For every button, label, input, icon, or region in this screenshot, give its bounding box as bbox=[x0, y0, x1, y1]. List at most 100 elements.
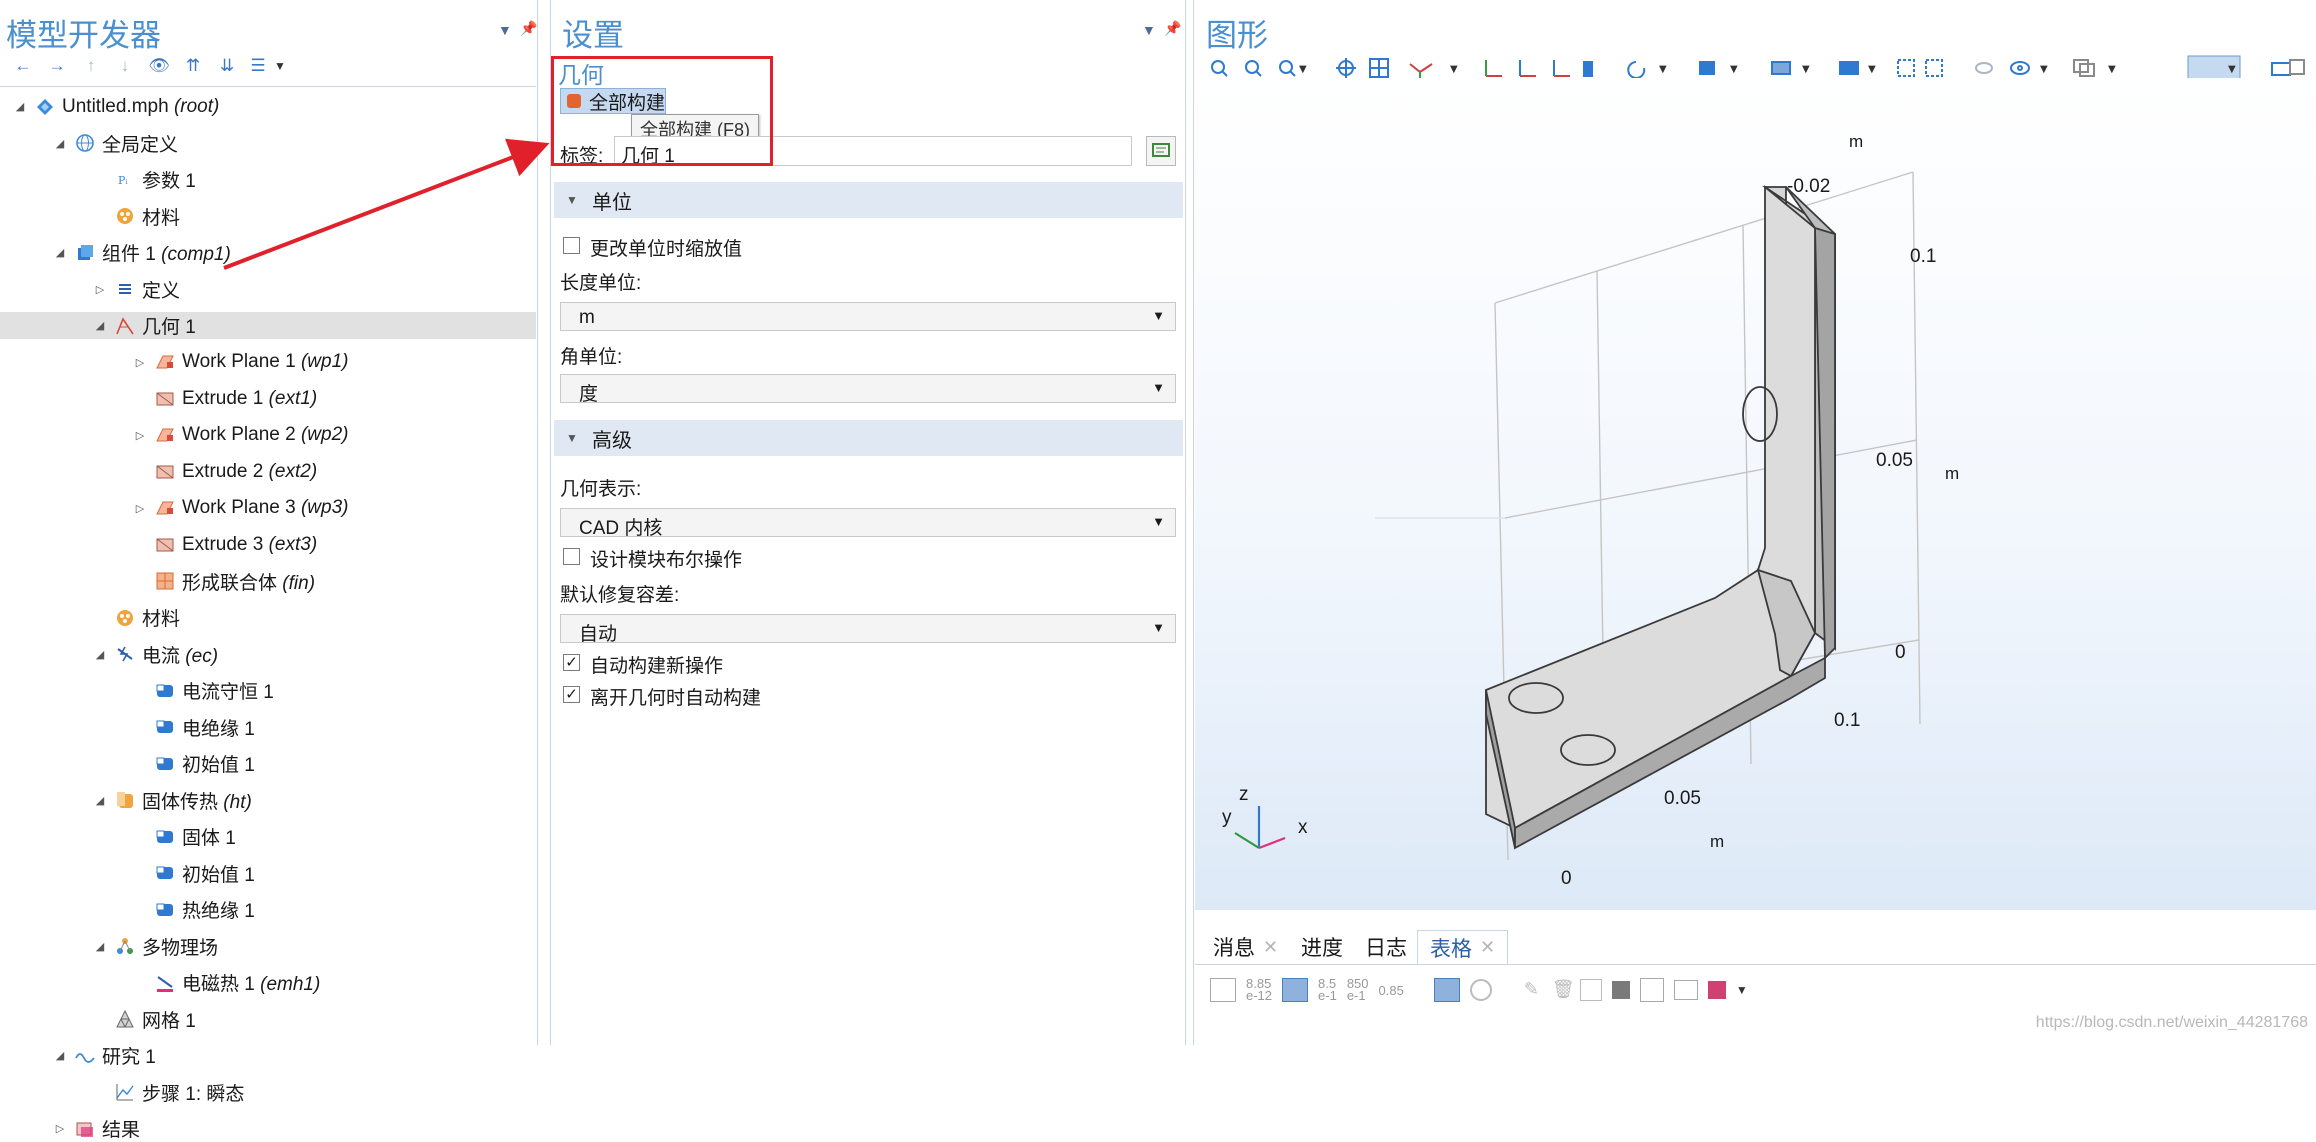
list-icon[interactable]: ☰ bbox=[244, 56, 272, 76]
graphics-canvas[interactable]: z y x m -0.02 0.1 0.05 m 0 0.1 0.05 m 0 bbox=[1195, 78, 2316, 910]
view-xy-icon[interactable] bbox=[1485, 60, 1502, 77]
toolbar-dropdown-icon[interactable]: ▼ bbox=[2228, 64, 2236, 75]
length-unit-select[interactable]: m ▼ bbox=[560, 302, 1176, 331]
view-yz-icon[interactable] bbox=[1519, 60, 1536, 77]
tab-1[interactable]: 进度 bbox=[1289, 930, 1355, 964]
tree-item-definitions[interactable]: ▷ 定义 bbox=[0, 276, 536, 303]
units-section-header[interactable]: ▼ 单位 bbox=[554, 182, 1183, 218]
pane-menu-icon[interactable]: ▼ bbox=[498, 22, 512, 38]
tree-item-current[interactable]: ◢ 电流 (ec) bbox=[0, 641, 536, 668]
toolbar-dropdown-icon[interactable]: ▼ bbox=[1736, 983, 1748, 997]
precision-4-button[interactable]: 0.85 bbox=[1379, 983, 1404, 998]
tree-item-extrude[interactable]: Extrude 1 (ext1) bbox=[0, 385, 536, 412]
collapse-arrow-icon[interactable]: ◢ bbox=[54, 1049, 66, 1062]
copy-icon[interactable] bbox=[1639, 978, 1664, 1002]
toolbar-dropdown-icon[interactable]: ▼ bbox=[1450, 64, 1458, 75]
pin-icon[interactable]: 📌 bbox=[520, 20, 537, 37]
tree-item-multiphysics[interactable]: ◢ 多物理场 bbox=[0, 933, 536, 960]
screenshot-icon[interactable] bbox=[2271, 62, 2291, 76]
tree-item-globe[interactable]: ◢ 全局定义 bbox=[0, 130, 536, 157]
transparency-icon[interactable] bbox=[1771, 61, 1791, 75]
table-grid-button[interactable] bbox=[1433, 978, 1460, 1002]
geometry-view[interactable] bbox=[1195, 78, 2316, 910]
save-icon[interactable] bbox=[1673, 980, 1698, 1000]
toolbar-dropdown-icon[interactable]: ▼ bbox=[1730, 64, 1738, 75]
zoom-selected-icon[interactable] bbox=[1369, 58, 1389, 78]
scene-light-icon[interactable] bbox=[1699, 61, 1715, 75]
stop-icon[interactable] bbox=[1611, 981, 1630, 999]
view-xz-icon[interactable] bbox=[1553, 60, 1570, 77]
repair-tol-select[interactable]: 自动 ▼ bbox=[560, 614, 1176, 645]
tree-item-materials[interactable]: 材料 bbox=[0, 203, 536, 230]
expand-all-icon[interactable]: ⇈ bbox=[176, 56, 210, 76]
scale-values-checkbox[interactable] bbox=[563, 237, 580, 254]
advanced-section-header[interactable]: ▼ 高级 bbox=[554, 420, 1183, 456]
toolbar-dropdown-icon[interactable]: ▼ bbox=[1868, 64, 1876, 75]
tree-item-node[interactable]: 初始值 1 bbox=[0, 750, 536, 777]
tree-item-workplane[interactable]: ▷ Work Plane 3 (wp3) bbox=[0, 495, 536, 522]
auto-build-new-checkbox[interactable]: ✓ bbox=[563, 654, 580, 671]
collapse-arrow-icon[interactable]: ◢ bbox=[94, 648, 106, 661]
precision-3-button[interactable]: 850 e-1 bbox=[1347, 977, 1369, 1002]
tree-item-union[interactable]: 形成联合体 (fin) bbox=[0, 568, 536, 595]
tree-item-workplane[interactable]: ▷ Work Plane 1 (wp1) bbox=[0, 349, 536, 376]
show-geometry-icon[interactable] bbox=[2010, 61, 2030, 75]
zoom-box-icon[interactable] bbox=[1279, 60, 1296, 77]
expand-arrow-icon[interactable]: ▷ bbox=[54, 1122, 66, 1135]
select-box-icon[interactable] bbox=[1897, 59, 1915, 77]
tab-0[interactable]: 消息 ✕ bbox=[1201, 930, 1290, 964]
show-icon[interactable]: 👁 bbox=[142, 56, 176, 76]
tree-item-node[interactable]: 热绝缘 1 bbox=[0, 896, 536, 923]
collapse-arrow-icon[interactable]: ◢ bbox=[94, 319, 106, 332]
table-plot-icon[interactable] bbox=[1707, 981, 1726, 999]
toolbar-dropdown-icon[interactable]: ▼ bbox=[1299, 64, 1307, 75]
toolbar-dropdown-icon[interactable]: ▼ bbox=[1659, 64, 1667, 75]
tree-item-heat[interactable]: ◢ 固体传热 (ht) bbox=[0, 787, 536, 814]
zoom-extents-icon[interactable] bbox=[1336, 58, 1356, 78]
precision-2-button[interactable]: 8.5 e-1 bbox=[1318, 977, 1337, 1002]
perspective-icon[interactable] bbox=[1583, 61, 1593, 77]
tree-item-materials[interactable]: 材料 bbox=[0, 604, 536, 631]
expand-arrow-icon[interactable]: ▷ bbox=[134, 502, 146, 515]
collapse-all-icon[interactable]: ⇊ bbox=[210, 56, 244, 76]
label-input[interactable]: 几何 1 bbox=[614, 136, 1132, 167]
view-manager-icon[interactable] bbox=[2073, 59, 2095, 77]
wireframe-icon[interactable] bbox=[1839, 61, 1859, 75]
toolbar-dropdown-icon[interactable]: ▼ bbox=[2108, 64, 2116, 75]
precision-1-button[interactable]: 8.85 e-12 bbox=[1246, 977, 1272, 1002]
expand-arrow-icon[interactable]: ▷ bbox=[134, 429, 146, 442]
chart-icon[interactable] bbox=[1469, 979, 1492, 1001]
move-up-icon[interactable]: ↑ bbox=[74, 56, 108, 76]
table-icon[interactable] bbox=[1210, 978, 1236, 1002]
tab-2[interactable]: 日志 bbox=[1353, 930, 1419, 964]
tree-item-node[interactable]: 固体 1 bbox=[0, 823, 536, 850]
tree-item-component[interactable]: ◢ 组件 1 (comp1) bbox=[0, 239, 536, 266]
tree-item-extrude[interactable]: Extrude 3 (ext3) bbox=[0, 531, 536, 558]
tree-item-study[interactable]: ◢ 研究 1 bbox=[0, 1042, 536, 1069]
back-icon[interactable]: ← bbox=[6, 56, 40, 76]
full-precision-button[interactable] bbox=[1282, 978, 1309, 1002]
reset-view-icon[interactable] bbox=[1627, 61, 1646, 79]
tree-item-geometry[interactable]: ◢ 几何 1 bbox=[0, 312, 536, 339]
zoom-out-icon[interactable] bbox=[1245, 60, 1262, 77]
close-icon[interactable]: ✕ bbox=[1263, 937, 1278, 958]
auto-build-leave-checkbox[interactable]: ✓ bbox=[563, 686, 580, 703]
tree-item-emheat[interactable]: 电磁热 1 (emh1) bbox=[0, 969, 536, 996]
bracket-geometry[interactable] bbox=[1485, 185, 1836, 850]
design-boolean-checkbox[interactable] bbox=[563, 548, 580, 565]
tab-3[interactable]: 表格 ✕ bbox=[1417, 930, 1509, 964]
collapse-arrow-icon[interactable]: ◢ bbox=[94, 940, 106, 953]
zoom-in-icon[interactable] bbox=[1211, 60, 1228, 77]
tree-item-mesh[interactable]: 网格 1 bbox=[0, 1006, 536, 1033]
label-comment-button[interactable] bbox=[1146, 136, 1176, 166]
toolbar-dropdown-icon[interactable]: ▼ bbox=[2040, 64, 2048, 75]
hide-icon[interactable] bbox=[1975, 62, 1993, 74]
delete-icon[interactable]: 🗑 bbox=[1552, 979, 1575, 1001]
layout-icon[interactable] bbox=[2289, 59, 2305, 75]
tree-item-extrude[interactable]: Extrude 2 (ext2) bbox=[0, 458, 536, 485]
tree-item-node[interactable]: 电流守恒 1 bbox=[0, 677, 536, 704]
collapse-arrow-icon[interactable]: ◢ bbox=[14, 100, 26, 113]
tree-item-results[interactable]: ▷ 结果 bbox=[0, 1115, 536, 1142]
settings-menu-icon[interactable]: ▼ bbox=[1142, 22, 1156, 38]
forward-icon[interactable]: → bbox=[40, 56, 74, 76]
